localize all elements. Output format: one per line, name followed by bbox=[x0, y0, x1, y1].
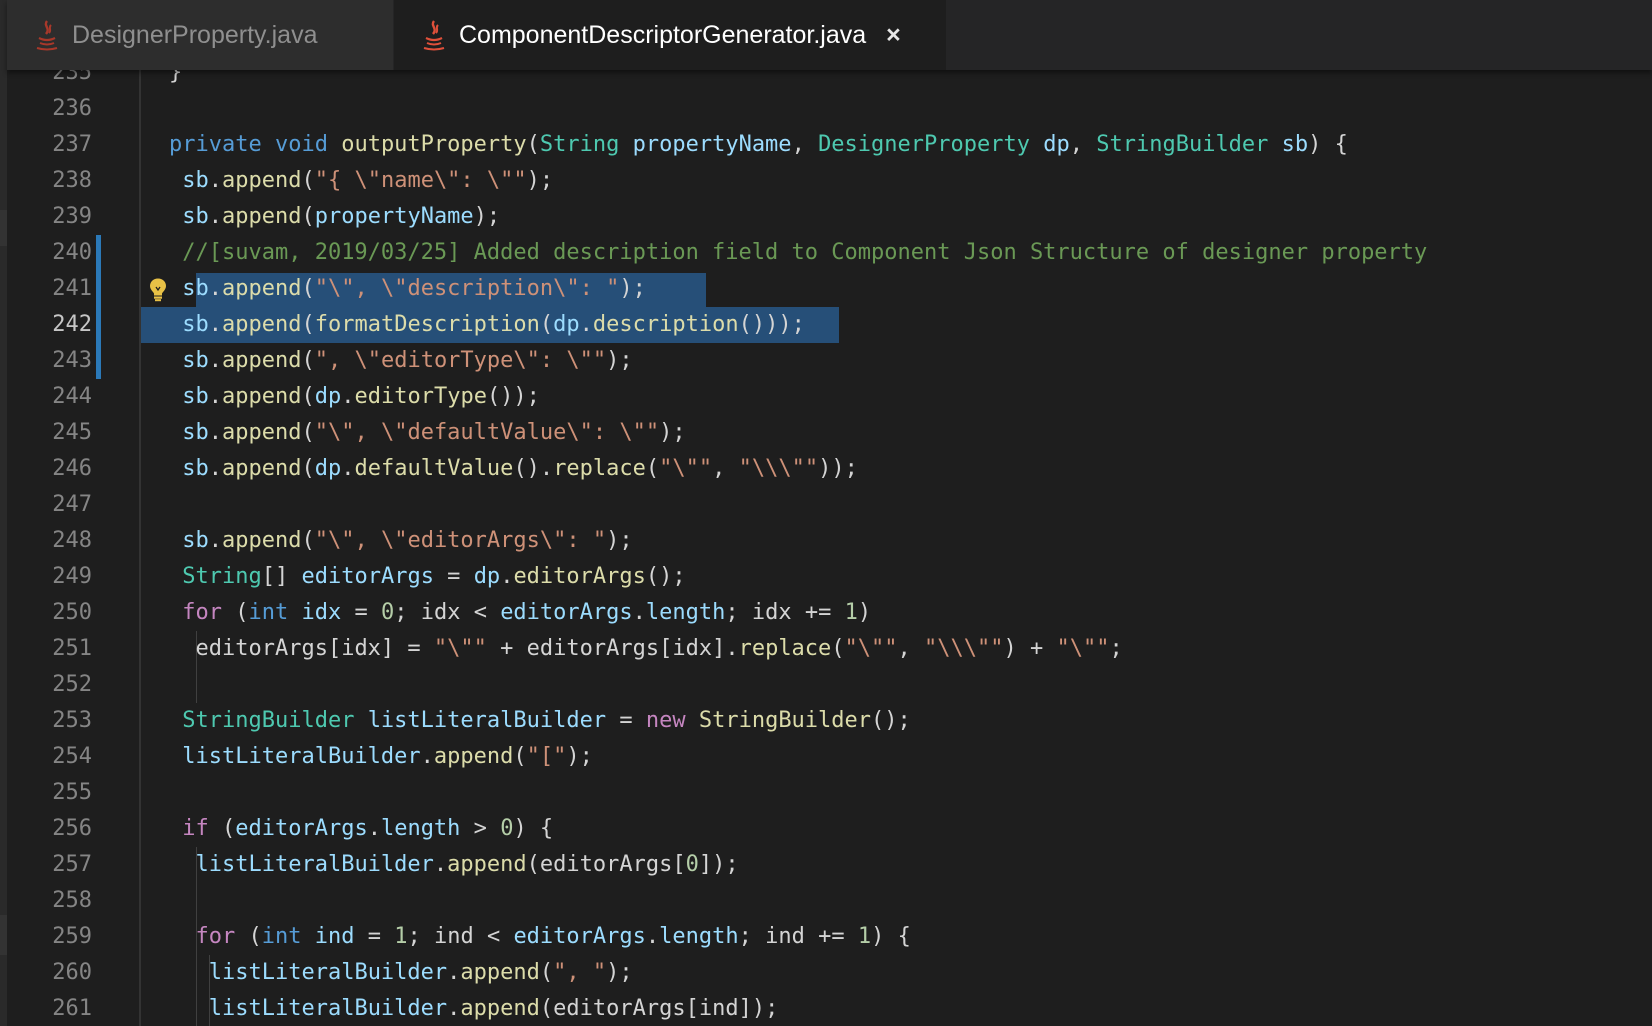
line-number[interactable]: 243 bbox=[12, 343, 92, 379]
line-number-gutter: 235 236 237 238 239 240 241 242 243 244 245 246 247 2… bbox=[7, 70, 168, 1026]
line-number[interactable]: 248 bbox=[12, 523, 92, 559]
line-number[interactable]: 256 bbox=[12, 811, 92, 847]
line-number[interactable]: 241 bbox=[12, 271, 92, 307]
code-line[interactable]: } bbox=[169, 70, 182, 91]
code-line[interactable]: sb.append(dp.editorType()); bbox=[182, 379, 540, 415]
line-number[interactable]: 260 bbox=[12, 955, 92, 991]
code-line[interactable]: sb.append("\", \"description\": "); bbox=[182, 271, 646, 307]
code-line[interactable]: StringBuilder listLiteralBuilder = new S… bbox=[182, 703, 911, 739]
code-line[interactable]: private void outputProperty(String prope… bbox=[169, 127, 1348, 163]
tab-component-descriptor-generator[interactable]: ComponentDescriptorGenerator.java × bbox=[394, 0, 946, 70]
line-number[interactable]: 253 bbox=[12, 703, 92, 739]
code-line[interactable]: if (editorArgs.length > 0) { bbox=[182, 811, 553, 847]
code-line[interactable]: sb.append(formatDescription(dp.descripti… bbox=[182, 307, 805, 343]
code-line[interactable]: sb.append("\", \"defaultValue\": \""); bbox=[182, 415, 685, 451]
code-line[interactable]: for (int ind = 1; ind < editorArgs.lengt… bbox=[196, 919, 911, 955]
activity-strip bbox=[0, 0, 7, 1026]
code-line[interactable]: sb.append("{ \"name\": \""); bbox=[182, 163, 553, 199]
code-editor[interactable]: 235 236 237 238 239 240 241 242 243 244 245 246 247 2… bbox=[7, 70, 1652, 1026]
line-number[interactable]: 261 bbox=[12, 991, 92, 1026]
java-icon bbox=[32, 18, 62, 52]
code-line[interactable]: listLiteralBuilder.append(editorArgs[0])… bbox=[196, 847, 739, 883]
code-line[interactable]: listLiteralBuilder.append("["); bbox=[182, 739, 593, 775]
tab-label: DesignerProperty.java bbox=[72, 20, 318, 49]
line-number[interactable]: 236 bbox=[12, 91, 92, 127]
close-icon[interactable]: × bbox=[886, 21, 901, 50]
java-icon bbox=[419, 18, 449, 52]
tab-designer-property[interactable]: DesignerProperty.java bbox=[7, 0, 394, 70]
code-line[interactable]: sb.append(dp.defaultValue().replace("\""… bbox=[182, 451, 858, 487]
line-number[interactable]: 237 bbox=[12, 127, 92, 163]
code-line[interactable]: editorArgs[idx] = "\"" + editorArgs[idx]… bbox=[196, 631, 1123, 667]
line-number[interactable]: 255 bbox=[12, 775, 92, 811]
line-number[interactable]: 257 bbox=[12, 847, 92, 883]
editor-window: DesignerProperty.java ComponentDescripto… bbox=[0, 0, 1652, 1026]
line-number[interactable]: 242 bbox=[12, 307, 92, 343]
line-number[interactable]: 247 bbox=[12, 487, 92, 523]
code-line[interactable]: sb.append(", \"editorType\": \""); bbox=[182, 343, 632, 379]
line-number[interactable]: 240 bbox=[12, 235, 92, 271]
line-number[interactable]: 238 bbox=[12, 163, 92, 199]
code-line[interactable]: listLiteralBuilder.append(", "); bbox=[209, 955, 633, 991]
line-number[interactable]: 244 bbox=[12, 379, 92, 415]
line-number[interactable]: 250 bbox=[12, 595, 92, 631]
tab-label: ComponentDescriptorGenerator.java bbox=[459, 20, 867, 49]
line-number[interactable]: 252 bbox=[12, 667, 92, 703]
line-number[interactable]: 246 bbox=[12, 451, 92, 487]
line-number[interactable]: 259 bbox=[12, 919, 92, 955]
line-number[interactable]: 235 bbox=[12, 70, 92, 91]
code-line[interactable]: for (int idx = 0; idx < editorArgs.lengt… bbox=[182, 595, 871, 631]
code-area[interactable]: } private void outputProperty(String prop… bbox=[139, 70, 1652, 1026]
tab-bar: DesignerProperty.java ComponentDescripto… bbox=[7, 0, 1652, 70]
line-number[interactable]: 251 bbox=[12, 631, 92, 667]
code-line[interactable]: sb.append(propertyName); bbox=[182, 199, 500, 235]
line-number[interactable]: 249 bbox=[12, 559, 92, 595]
code-line[interactable]: String[] editorArgs = dp.editorArgs(); bbox=[182, 559, 685, 595]
line-number[interactable]: 245 bbox=[12, 415, 92, 451]
code-line[interactable]: sb.append("\", \"editorArgs\": "); bbox=[182, 523, 632, 559]
line-number[interactable]: 258 bbox=[12, 883, 92, 919]
modified-lines-indicator[interactable] bbox=[96, 235, 101, 379]
line-number[interactable]: 254 bbox=[12, 739, 92, 775]
code-line[interactable]: listLiteralBuilder.append(editorArgs[ind… bbox=[209, 991, 779, 1026]
line-number[interactable]: 239 bbox=[12, 199, 92, 235]
code-line[interactable]: //[suvam, 2019/03/25] Added description … bbox=[182, 235, 1427, 271]
